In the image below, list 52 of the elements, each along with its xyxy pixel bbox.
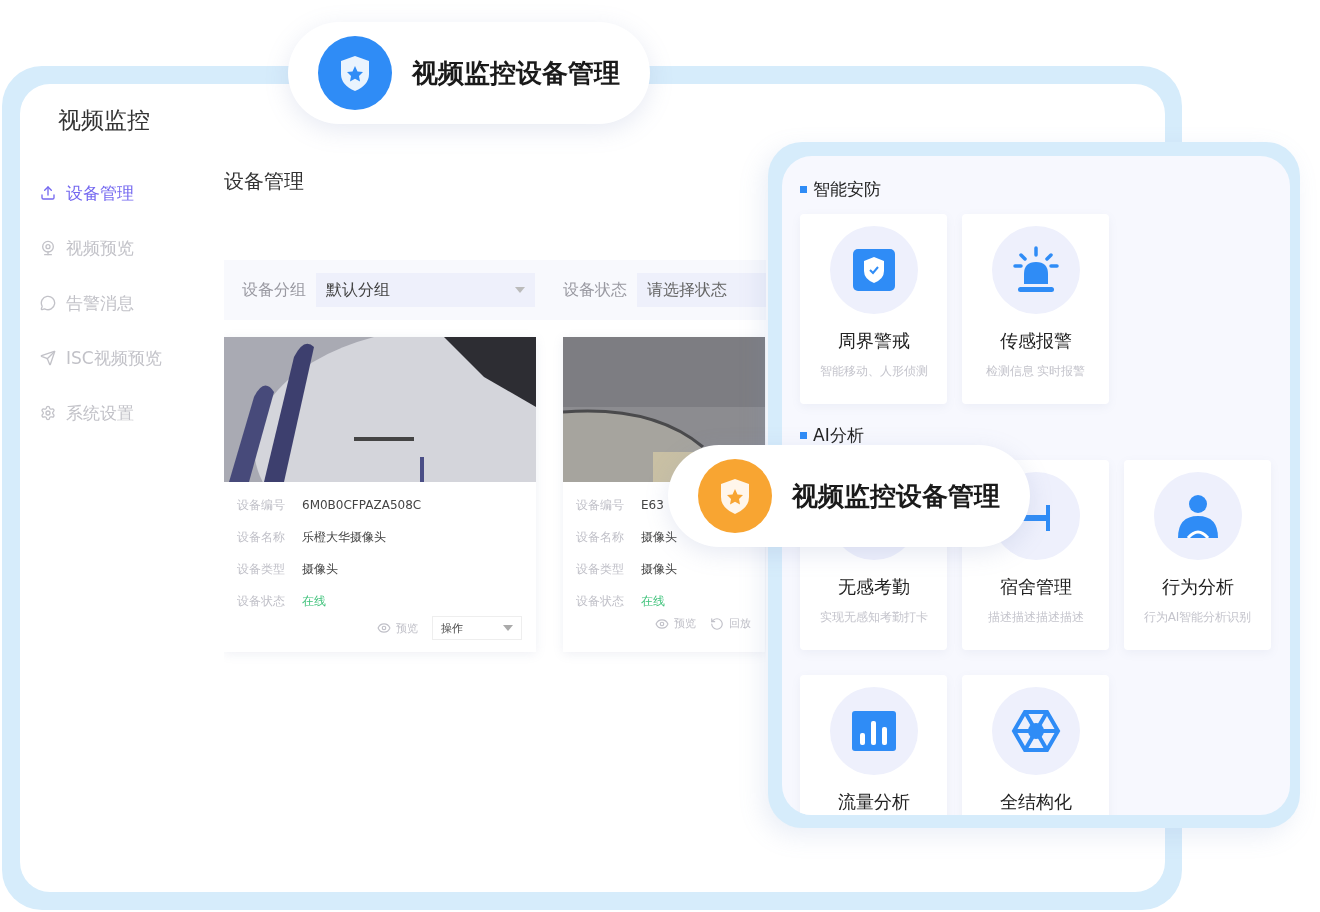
status-text: 在线 — [641, 593, 665, 610]
filter-label: 设备状态 — [563, 279, 627, 301]
replay-icon — [710, 616, 724, 631]
field-value: 摄像头 — [641, 561, 677, 578]
field-value: E63 — [641, 497, 664, 514]
nav-icon — [40, 295, 56, 311]
section-title: AI分析 — [813, 424, 864, 446]
field-label: 设备名称 — [576, 529, 625, 546]
person-icon — [1175, 494, 1220, 538]
caret-icon — [503, 625, 513, 631]
field-label: 设备状态 — [576, 593, 625, 610]
field-label: 设备类型 — [576, 561, 625, 578]
nav-icon — [40, 185, 56, 201]
feature-title: 全结构化 — [999, 790, 1072, 814]
field-label: 设备名称 — [237, 529, 286, 546]
bullet-icon — [800, 431, 807, 439]
feature-title: 宿舍管理 — [999, 575, 1072, 599]
select-field[interactable]: 请选择状态 — [637, 273, 766, 307]
nav-icon — [40, 240, 56, 256]
eye-icon — [655, 616, 669, 631]
page-title: 设备管理 — [224, 168, 305, 194]
action-dropdown[interactable]: 操作 — [432, 616, 522, 640]
feature-card[interactable]: 流量分析 — [800, 675, 947, 815]
nav-item[interactable]: 设备管理 — [40, 176, 200, 210]
field-value: 乐橙大华摄像头 — [302, 529, 386, 546]
feature-description: 描述描述描述描述 — [987, 609, 1084, 625]
field-label: 设备状态 — [237, 593, 286, 610]
field-value: 摄像头 — [641, 529, 677, 546]
feature-title: 周界警戒 — [837, 329, 910, 353]
caret-icon — [515, 287, 525, 293]
feature-title: 流量分析 — [837, 790, 910, 814]
field-label: 设备类型 — [237, 561, 286, 578]
siren-icon — [1011, 246, 1060, 294]
feature-title: 无感考勤 — [837, 575, 910, 599]
banner-title: 视频监控设备管理 — [412, 56, 620, 90]
field-value: 摄像头 — [302, 561, 338, 578]
network-icon — [1010, 708, 1061, 754]
app-title: 视频监控 — [57, 106, 151, 135]
bar-chart-icon — [851, 711, 896, 751]
eye-icon — [377, 621, 391, 635]
select-field[interactable]: 默认分组 — [316, 273, 535, 307]
feature-card[interactable]: 全结构化 — [962, 675, 1109, 815]
nav-icon — [40, 405, 56, 421]
field-value: 6M0B0CFPAZA508C — [302, 497, 422, 514]
bullet-icon — [800, 185, 807, 193]
section-title: 智能安防 — [813, 178, 881, 200]
nav-icon — [40, 350, 56, 366]
status-text: 在线 — [302, 593, 326, 610]
shield-check-icon — [852, 249, 895, 291]
filter-label: 设备分组 — [242, 279, 306, 301]
feature-title: 行为分析 — [1161, 575, 1234, 599]
feature-title: 传感报警 — [999, 329, 1072, 353]
